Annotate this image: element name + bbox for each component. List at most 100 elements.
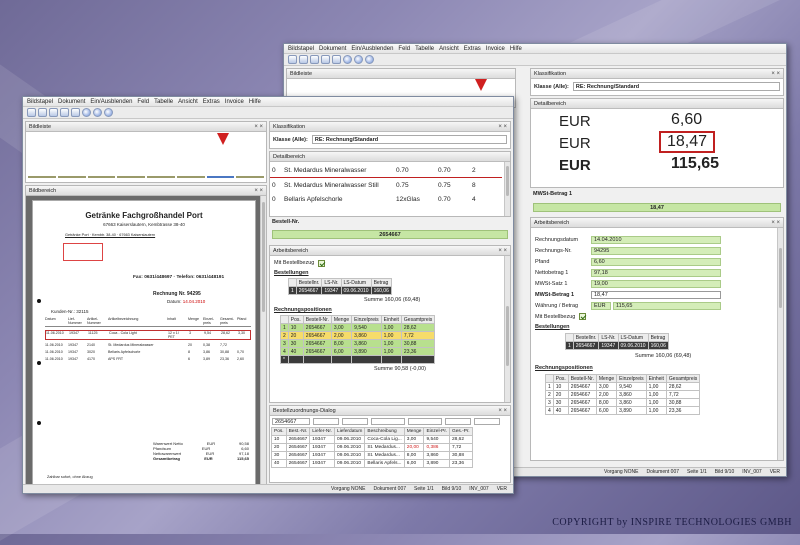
menu-ansicht[interactable]: Ansicht [439,46,459,52]
print-icon[interactable] [49,108,58,117]
table-cell: 9,540 [351,323,382,332]
open-icon[interactable] [288,55,297,64]
filter-select[interactable] [408,418,442,425]
save-icon[interactable] [299,55,308,64]
table-row[interactable]: 2 20 2654667 2,00 3,860 1,00 7,72 [545,390,701,399]
menu-bildstapel[interactable]: Bildstapel [288,46,314,52]
filter-select[interactable] [371,418,405,425]
bestellnr-filter-select[interactable]: 2654667 [272,418,310,425]
zoom-fit-icon[interactable] [104,108,113,117]
mitbestell-row: Mit Bestellbezug [535,311,775,322]
table-row-empty[interactable]: * [280,355,436,364]
menu-ein-ausblenden[interactable]: Ein/Ausblenden [90,99,132,105]
table-row[interactable]: 10 2654667 19347 09.06.2010 Coca-Cola Lig...… [271,435,473,444]
detail-currency: EUR [559,135,591,152]
menu-ein-ausblenden[interactable]: Ein/Ausblenden [351,46,393,52]
filter-select[interactable] [313,418,339,425]
filter-select[interactable] [445,418,471,425]
filter-select[interactable] [474,418,500,425]
menu-tabelle[interactable]: Tabelle [154,99,173,105]
table-cell: 9,540 [423,435,450,444]
zoom-out-icon[interactable] [354,55,363,64]
forward-icon[interactable] [71,108,80,117]
filter-select[interactable] [342,418,368,425]
invoice-totals: Warenwert Netto EUR 90,58 Pfandsum EUR 6,60 … [153,441,249,461]
menu-hilfe[interactable]: Hilfe [249,99,261,105]
klasse-select[interactable]: RE: Rechnung/Standard [311,135,507,144]
zoom-out-icon[interactable] [93,108,102,117]
page-thumbnail[interactable] [147,176,175,178]
table-row[interactable]: 20 2654667 19347 09.06.2010 St. Medardus... 2… [271,443,473,452]
menu-ansicht[interactable]: Ansicht [178,99,198,105]
cell: 3,30 [238,331,245,335]
close-icon[interactable]: × × [771,218,780,228]
forward-icon[interactable] [332,55,341,64]
vertical-scrollbar[interactable] [777,228,783,460]
mwst-betrag-field[interactable]: 18,47 [591,290,721,299]
page-thumbnail[interactable] [87,176,116,178]
klasse-select[interactable]: RE: Rechnung/Standard [572,82,780,91]
menu-extras[interactable]: Extras [464,46,481,52]
close-icon[interactable]: × × [771,69,780,79]
page-thumbnail[interactable] [57,176,86,178]
page-thumbnail-selected[interactable] [206,176,235,178]
menu-hilfe[interactable]: Hilfe [510,46,522,52]
save-icon[interactable] [38,108,47,117]
rechnungspositionen-table: Pos. Bestell-Nr. Menge Einzelpreis Einhe… [280,315,436,364]
print-icon[interactable] [310,55,319,64]
table-row[interactable]: 1 2654667 19347 09.06.2010 160,06 [565,341,669,350]
betrag-field[interactable]: 115,65 [613,301,721,310]
table-row[interactable]: 1 10 2654667 3,00 9,540 1,00 28,62 [545,382,701,391]
menu-feld[interactable]: Feld [137,99,149,105]
back-icon[interactable] [321,55,330,64]
mwst-satz-field[interactable]: 19,00 [591,279,721,288]
menu-invoice[interactable]: Invoice [225,99,244,105]
table-row-selected[interactable]: 2 20 2654667 2,00 3,860 1,00 7,72 [280,331,436,340]
mitbestell-checkbox[interactable] [318,259,326,267]
nettobetrag-field[interactable]: 97,18 [591,268,721,277]
cell: 0,38 [203,343,210,347]
pfand-field[interactable]: 6,60 [591,257,721,266]
zoom-in-icon[interactable] [343,55,352,64]
back-icon[interactable] [60,108,69,117]
menu-dokument[interactable]: Dokument [319,46,346,52]
page-thumbnail[interactable] [176,176,205,178]
zoom-fit-icon[interactable] [365,55,374,64]
waehrung-field[interactable]: EUR [591,301,611,310]
menu-feld[interactable]: Feld [398,46,410,52]
table-row[interactable]: 4 40 2654667 6,00 3,890 1,00 23,36 [545,406,701,415]
menu-tabelle[interactable]: Tabelle [415,46,434,52]
close-icon[interactable]: × × [498,246,507,256]
column-header: Menge [595,374,618,383]
close-icon[interactable]: × × [254,122,263,132]
rechnungsnr-field[interactable]: 94295 [591,246,721,255]
zoom-in-icon[interactable] [82,108,91,117]
close-icon[interactable]: × × [498,122,507,132]
table-row[interactable]: 3 30 2654667 8,00 3,860 1,00 30,88 [545,398,701,407]
table-row[interactable]: 1 10 2654667 3,00 9,540 1,00 28,62 [280,323,436,332]
menu-bildstapel[interactable]: Bildstapel [27,99,53,105]
open-icon[interactable] [27,108,36,117]
table-cell: 2654667 [285,443,311,452]
menu-dokument[interactable]: Dokument [58,99,85,105]
page-thumbnail[interactable] [117,176,145,178]
table-row[interactable]: 1 2654667 19347 09.06.2010 160,06 [288,286,392,295]
menu-invoice[interactable]: Invoice [486,46,505,52]
page-thumbnail[interactable] [236,176,264,178]
vertical-scrollbar[interactable] [504,256,510,402]
mitbestell-checkbox[interactable] [579,313,587,320]
close-icon[interactable]: × × [254,186,263,196]
rechnungsdatum-field[interactable]: 14.04.2010 [591,235,721,244]
table-row[interactable]: 40 2654667 19347 09.06.2010 Bellaris Apfels.… [271,459,473,468]
mwst-summary: MWSt-Betrag 1 18,47 [533,191,781,215]
table-row[interactable]: 30 2654667 19347 09.06.2010 St. Medardus... 8… [271,451,473,460]
vertical-scrollbar[interactable] [504,162,510,216]
table-row[interactable]: 4 40 2654667 6,00 3,890 1,00 23,36 [280,347,436,356]
table-cell: 3,860 [616,398,647,407]
table-row[interactable]: 3 30 2654667 8,00 3,860 1,00 30,88 [280,339,436,348]
menu-extras[interactable]: Extras [203,99,220,105]
vertical-scrollbar[interactable] [260,196,266,490]
page-thumbnail[interactable] [28,176,56,178]
close-icon[interactable]: × × [498,406,507,416]
panel-title: Detailbereich [534,101,567,107]
